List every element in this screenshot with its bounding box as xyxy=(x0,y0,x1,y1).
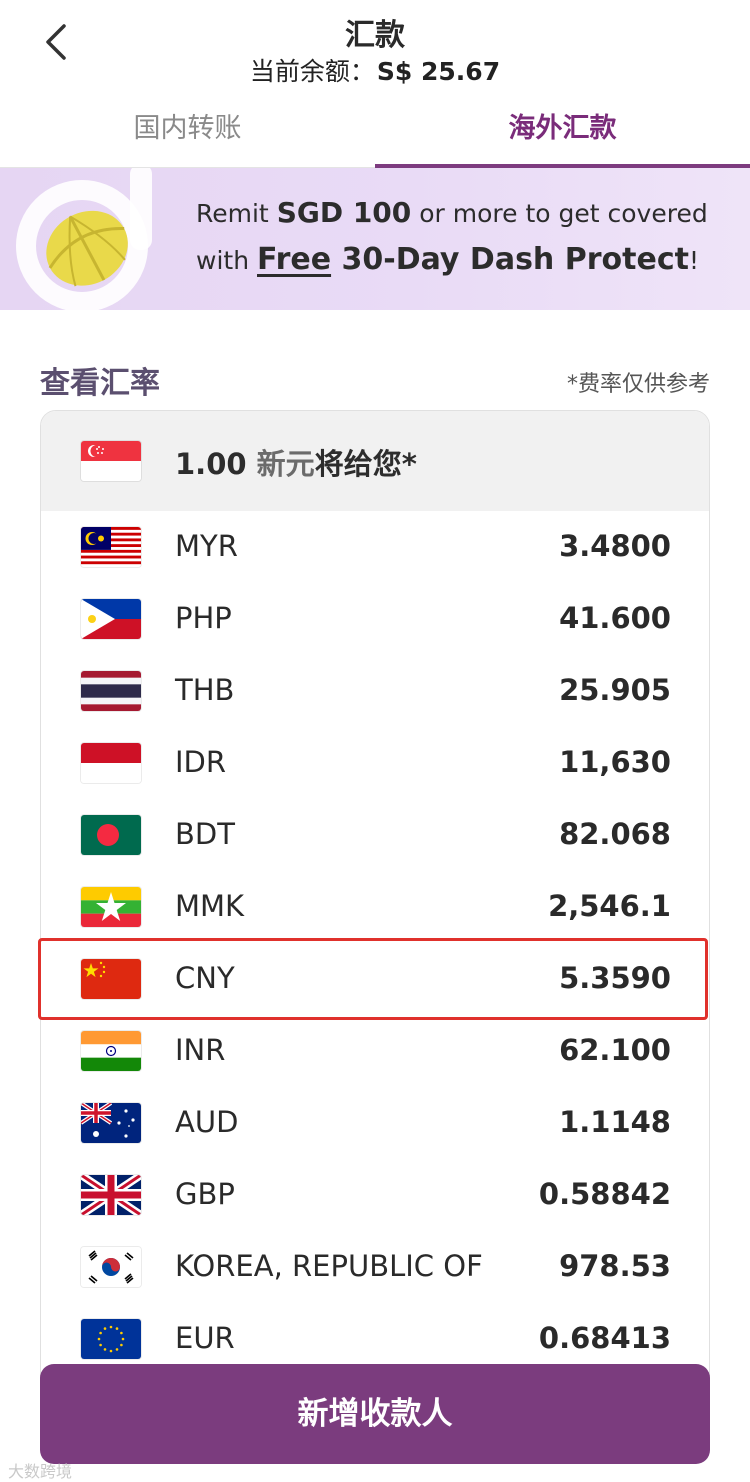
watermark-text: 大数跨境 xyxy=(8,1462,73,1481)
exchange-rate-card: 1.00 新元将给您* MYR 3.4800 PHP 41.600 THB 25… xyxy=(40,410,710,1410)
currency-rate: 2,546.1 xyxy=(548,889,671,923)
australia-flag-icon xyxy=(81,1103,141,1143)
philippines-flag-icon xyxy=(81,599,141,639)
currency-code: MYR xyxy=(175,529,238,563)
remittance-screen: 汇款 当前余额：S$ 25.67 国内转账 海外汇款 Remit SGD 100… xyxy=(0,0,750,1482)
base-currency-header: 1.00 新元将给您* xyxy=(41,411,709,511)
bangladesh-flag-icon xyxy=(81,815,141,855)
base-suffix: 将给您* xyxy=(314,447,417,481)
balance-label: 当前余额： xyxy=(249,57,375,86)
currency-code: INR xyxy=(175,1033,226,1067)
rate-row-aud[interactable]: AUD 1.1148 xyxy=(41,1087,709,1159)
rate-row-krw[interactable]: KOREA, REPUBLIC OF 978.53 xyxy=(41,1231,709,1303)
exchange-rate-title: 查看汇率 xyxy=(40,366,160,401)
tab-overseas-remittance[interactable]: 海外汇款 xyxy=(375,100,750,168)
promo-banner[interactable]: Remit SGD 100 or more to get covered wit… xyxy=(0,168,750,310)
currency-rate: 0.68413 xyxy=(538,1321,671,1355)
base-currency-name: 新元 xyxy=(256,447,315,481)
myanmar-flag-icon xyxy=(81,887,141,927)
promo-text: Remit SGD 100 or more to get covered wit… xyxy=(196,190,736,284)
currency-code: THB xyxy=(175,673,235,707)
currency-code: PHP xyxy=(175,601,232,635)
currency-rate: 3.4800 xyxy=(559,529,671,563)
currency-code: AUD xyxy=(175,1105,239,1139)
cny-highlight-box xyxy=(38,938,708,1020)
currency-code: EUR xyxy=(175,1321,235,1355)
promo-remit-text: Remit xyxy=(196,199,277,228)
uk-flag-icon xyxy=(81,1175,141,1215)
rate-row-mmk[interactable]: MMK 2,546.1 xyxy=(41,871,709,943)
umbrella-logo-icon xyxy=(10,168,170,310)
add-recipient-button[interactable]: 新增收款人 xyxy=(40,1364,710,1464)
promo-covered-text: or more to get covered xyxy=(411,199,708,228)
promo-with-text: with xyxy=(196,246,257,275)
indonesia-flag-icon xyxy=(81,743,141,783)
rate-row-gbp[interactable]: GBP 0.58842 xyxy=(41,1159,709,1231)
base-amount-text: 1.00 新元将给您* xyxy=(175,441,417,483)
promo-free-text: Free xyxy=(257,242,332,277)
rate-row-php[interactable]: PHP 41.600 xyxy=(41,583,709,655)
currency-rate: 25.905 xyxy=(559,673,671,707)
rate-row-inr[interactable]: INR 62.100 xyxy=(41,1015,709,1087)
promo-amount: SGD 100 xyxy=(276,196,412,229)
rate-row-myr[interactable]: MYR 3.4800 xyxy=(41,511,709,583)
currency-code: MMK xyxy=(175,889,245,923)
currency-rate: 82.068 xyxy=(559,817,671,851)
page-title: 汇款 xyxy=(345,18,405,53)
rate-row-idr[interactable]: IDR 11,630 xyxy=(41,727,709,799)
currency-rate: 62.100 xyxy=(559,1033,671,1067)
currency-rate: 0.58842 xyxy=(538,1177,671,1211)
india-flag-icon xyxy=(81,1031,141,1071)
singapore-flag-icon xyxy=(81,441,141,481)
malaysia-flag-icon xyxy=(81,527,141,567)
currency-rate: 978.53 xyxy=(559,1249,671,1283)
promo-line-2: with Free 30-Day Dash Protect! xyxy=(196,237,736,284)
south-korea-flag-icon xyxy=(81,1247,141,1287)
rate-disclaimer: *费率仅供参考 xyxy=(566,372,710,397)
rate-row-bdt[interactable]: BDT 82.068 xyxy=(41,799,709,871)
currency-code: BDT xyxy=(175,817,235,851)
base-amount: 1.00 xyxy=(175,447,247,481)
thailand-flag-icon xyxy=(81,671,141,711)
promo-exclaim: ! xyxy=(688,246,699,275)
tab-domestic-transfer[interactable]: 国内转账 xyxy=(0,100,375,168)
currency-rate: 11,630 xyxy=(559,745,671,779)
currency-code: KOREA, REPUBLIC OF xyxy=(175,1249,483,1283)
currency-code: GBP xyxy=(175,1177,235,1211)
balance-value: S$ 25.67 xyxy=(376,57,501,86)
current-balance: 当前余额：S$ 25.67 xyxy=(0,52,750,88)
currency-code: IDR xyxy=(175,745,227,779)
eu-flag-icon xyxy=(81,1319,141,1359)
currency-rate: 41.600 xyxy=(559,601,671,635)
currency-rate: 1.1148 xyxy=(559,1105,671,1139)
transfer-tabs: 国内转账 海外汇款 xyxy=(0,100,750,168)
rate-row-thb[interactable]: THB 25.905 xyxy=(41,655,709,727)
promo-product-text: 30-Day Dash Protect xyxy=(331,242,689,277)
promo-line-1: Remit SGD 100 or more to get covered xyxy=(196,190,736,237)
